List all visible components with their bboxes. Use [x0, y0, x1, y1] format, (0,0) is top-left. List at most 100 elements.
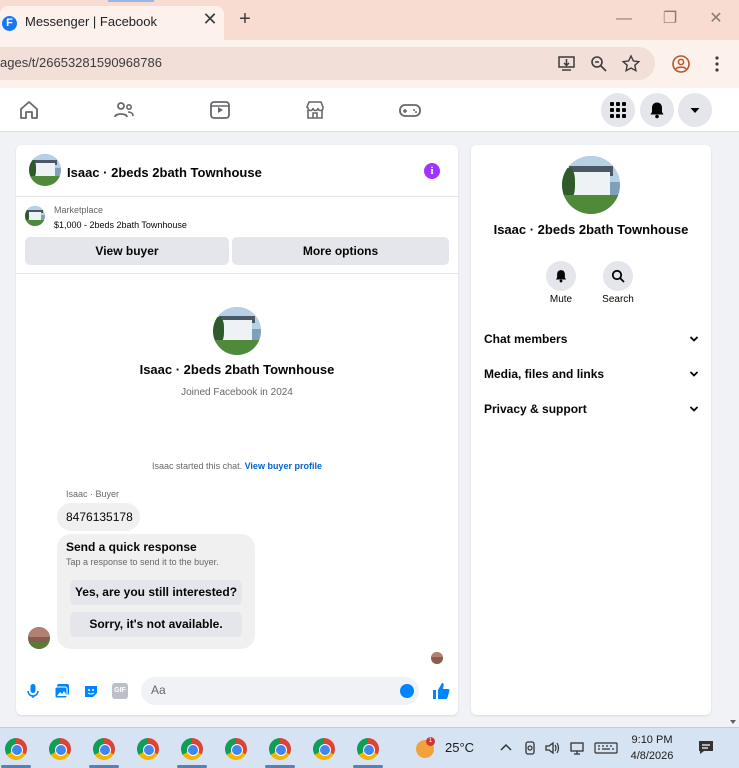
microphone-icon[interactable] — [25, 683, 41, 699]
buyer-profile-name: Isaac · 2beds 2bath Townhouse — [139, 362, 335, 377]
marketplace-icon[interactable] — [303, 98, 327, 122]
close-tab-icon[interactable]: ✕ — [200, 9, 220, 29]
clock-time: 9:10 PM — [631, 734, 673, 746]
scroll-down-arrow-icon[interactable] — [727, 717, 739, 727]
like-thumbs-up-icon[interactable] — [432, 682, 450, 700]
notification-center-icon[interactable] — [697, 739, 715, 757]
divider — [16, 196, 458, 197]
message-input[interactable] — [151, 683, 381, 697]
url-text: ages/t/26653281590968786 — [0, 55, 162, 70]
restore-window-button[interactable]: ❐ — [660, 9, 680, 29]
weather-alert-badge: 1 — [426, 737, 435, 746]
chat-members-label: Chat members — [484, 332, 568, 346]
chevron-down-icon — [689, 406, 699, 412]
facebook-nav-bar — [0, 88, 739, 132]
install-app-icon[interactable] — [557, 54, 577, 74]
show-hidden-icons-chevron-up-icon[interactable] — [498, 740, 514, 756]
chrome-app-icon[interactable] — [313, 738, 335, 760]
listing-thumbnail[interactable] — [25, 206, 45, 226]
network-icon[interactable] — [569, 740, 585, 756]
view-buyer-button[interactable]: View buyer — [25, 237, 229, 265]
clock-date: 4/8/2026 — [630, 750, 674, 762]
speaker-volume-icon[interactable] — [544, 740, 560, 756]
quick-response-subtitle: Tap a response to send it to the buyer. — [66, 557, 219, 567]
menu-grid-icon — [610, 102, 626, 118]
search-conversation-button[interactable] — [603, 261, 633, 291]
chat-members-section[interactable]: Chat members — [484, 332, 699, 352]
windows-taskbar: 1 25°C 9:10 PM 4/8/2026 — [0, 727, 739, 768]
chrome-app-icon[interactable] — [49, 738, 71, 760]
bookmark-star-icon[interactable] — [621, 54, 641, 74]
home-icon[interactable] — [17, 98, 41, 122]
chat-started-text: Isaac started this chat. — [152, 461, 243, 471]
joined-facebook-text: Joined Facebook in 2024 — [181, 387, 293, 398]
sender-label: Isaac · Buyer — [66, 489, 120, 499]
conversation-details-panel: Isaac · 2beds 2bath Townhouse Mute Searc… — [471, 145, 711, 715]
account-caret-icon — [690, 108, 700, 113]
chrome-app-icon[interactable] — [93, 738, 115, 760]
photo-attach-icon[interactable] — [54, 683, 70, 699]
browser-tab[interactable]: F Messenger | Facebook ✕ — [0, 6, 224, 40]
notifications-bell-icon — [650, 102, 664, 119]
search-icon — [611, 269, 625, 283]
chat-panel: Isaac · 2beds 2bath Townhouse i Marketpl… — [16, 145, 458, 715]
keyboard-icon[interactable] — [594, 740, 618, 756]
chrome-app-icon[interactable] — [181, 738, 203, 760]
chrome-app-icon[interactable] — [225, 738, 247, 760]
buyer-profile-avatar[interactable] — [213, 307, 261, 355]
mute-bell-icon — [555, 270, 567, 283]
chat-started-notice: Isaac started this chat. View buyer prof… — [16, 461, 458, 471]
chrome-app-icon[interactable] — [357, 738, 379, 760]
chat-header-avatar[interactable] — [29, 154, 61, 186]
browser-menu-icon[interactable] — [707, 54, 727, 74]
profile-icon[interactable] — [671, 54, 691, 74]
gif-button[interactable]: GIF — [112, 683, 128, 699]
system-clock[interactable]: 9:10 PM 4/8/2026 — [620, 732, 684, 764]
friends-icon[interactable] — [112, 98, 136, 122]
zoom-icon[interactable] — [589, 54, 609, 74]
privacy-support-label: Privacy & support — [484, 402, 587, 416]
page-scrollbar[interactable] — [727, 132, 739, 727]
details-avatar[interactable] — [562, 156, 620, 214]
notifications-button[interactable] — [640, 93, 674, 127]
quick-response-card: Send a quick response Tap a response to … — [57, 534, 255, 649]
chevron-down-icon — [689, 336, 699, 342]
browser-tab-strip: F Messenger | Facebook ✕ + — ❐ ✕ — [0, 0, 739, 40]
menu-grid-button[interactable] — [601, 93, 635, 127]
minimize-window-button[interactable]: — — [614, 9, 634, 29]
chrome-app-icon[interactable] — [137, 738, 159, 760]
media-files-links-label: Media, files and links — [484, 367, 605, 381]
close-window-button[interactable]: ✕ — [706, 9, 726, 29]
tab-title: Messenger | Facebook — [25, 14, 157, 29]
sender-avatar[interactable] — [28, 627, 50, 649]
quick-reply-still-interested[interactable]: Yes, are you still interested? — [70, 580, 242, 605]
facebook-favicon-icon: F — [2, 16, 17, 31]
more-options-button[interactable]: More options — [232, 237, 449, 265]
account-menu-button[interactable] — [678, 93, 712, 127]
quick-response-title: Send a quick response — [66, 540, 197, 554]
chrome-app-icon[interactable] — [269, 738, 291, 760]
privacy-support-section[interactable]: Privacy & support — [484, 402, 699, 422]
gaming-icon[interactable] — [398, 98, 422, 122]
camera-icon[interactable] — [522, 740, 538, 756]
view-buyer-profile-link[interactable]: View buyer profile — [245, 461, 322, 471]
quick-reply-not-available[interactable]: Sorry, it's not available. — [70, 612, 242, 637]
mute-button[interactable] — [546, 261, 576, 291]
tab-strip-indicator — [108, 0, 154, 2]
search-label: Search — [602, 294, 634, 305]
sticker-icon[interactable] — [83, 683, 99, 699]
message-bubble[interactable]: 8476135178 — [57, 503, 140, 531]
chrome-app-icon[interactable] — [5, 738, 27, 760]
listing-price-title[interactable]: $1,000 - 2beds 2bath Townhouse — [54, 220, 187, 230]
watch-icon[interactable] — [208, 98, 232, 122]
message-composer[interactable] — [141, 677, 419, 705]
emoji-icon[interactable] — [400, 684, 414, 698]
details-name: Isaac · 2beds 2bath Townhouse — [493, 222, 689, 237]
new-tab-button[interactable]: + — [235, 9, 255, 29]
conversation-info-icon[interactable]: i — [424, 163, 440, 179]
media-files-links-section[interactable]: Media, files and links — [484, 367, 699, 387]
chat-header-title[interactable]: Isaac · 2beds 2bath Townhouse — [67, 165, 262, 180]
browser-toolbar: ages/t/26653281590968786 — [0, 40, 739, 88]
temperature-text[interactable]: 25°C — [445, 740, 474, 755]
divider — [16, 273, 458, 274]
